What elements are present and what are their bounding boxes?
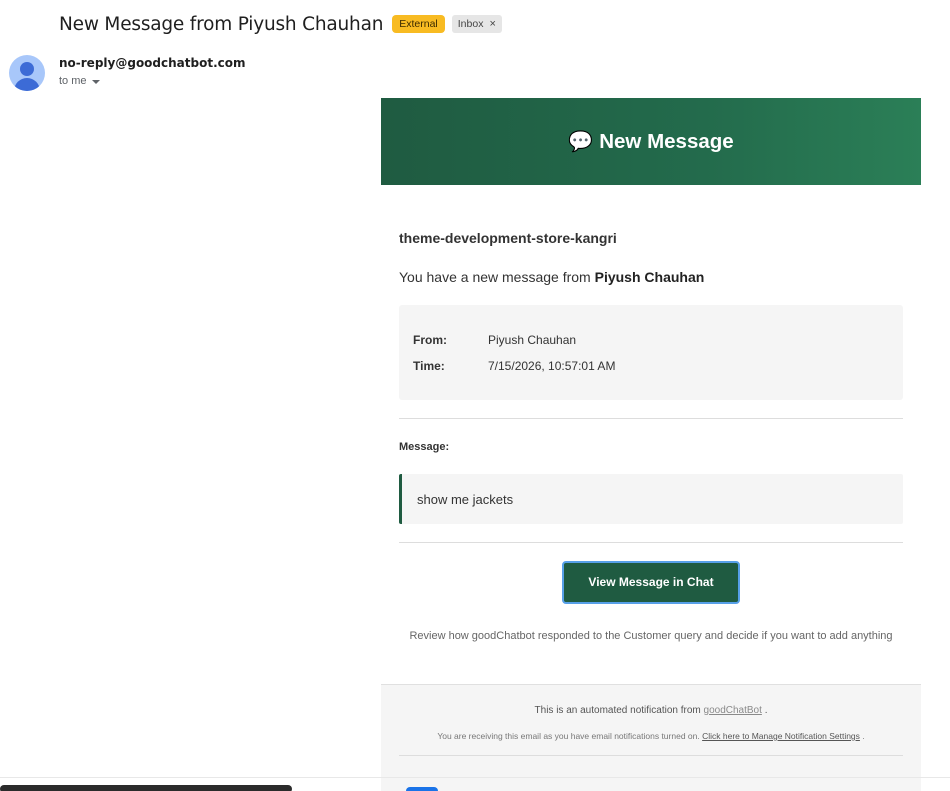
intro-text: You have a new message from Piyush Chauh… <box>399 269 903 285</box>
review-text: Review how goodChatbot responded to the … <box>409 630 893 642</box>
bottom-divider <box>0 777 950 778</box>
footer-divider <box>399 755 903 756</box>
info-box: From: Piyush Chauhan Time: 7/15/2026, 10… <box>399 305 903 400</box>
view-message-button[interactable]: View Message in Chat <box>562 561 740 604</box>
info-label: Time: <box>413 359 445 373</box>
button-wrapper: View Message in Chat <box>399 561 903 604</box>
intro-prefix: You have a new message from <box>399 269 591 285</box>
recipient-details[interactable]: to me <box>59 75 100 87</box>
footer-line-2: You are receiving this email as you have… <box>381 731 921 741</box>
sender-avatar[interactable] <box>9 55 45 91</box>
info-label: From: <box>413 333 447 347</box>
divider <box>399 542 903 543</box>
footer-line-1: This is an automated notification from g… <box>381 705 921 716</box>
footer-line-1-suffix: . <box>764 705 768 716</box>
message-text: show me jackets <box>417 491 514 507</box>
info-row-from: From: Piyush Chauhan <box>413 327 889 353</box>
message-quote: show me jackets <box>399 474 903 524</box>
email-body: 💬 New Message theme-development-store-ka… <box>381 98 921 791</box>
email-content: theme-development-store-kangri You have … <box>381 230 921 645</box>
info-row-time: Time: 7/15/2026, 10:57:01 AM <box>413 353 889 379</box>
avatar-head-shape <box>20 62 34 76</box>
sender-email[interactable]: no-reply@goodchatbot.com <box>59 56 246 70</box>
inbox-label[interactable]: Inbox × <box>451 15 502 33</box>
external-badge: External <box>392 15 445 33</box>
store-name: theme-development-store-kangri <box>399 230 617 246</box>
inbox-label-text: Inbox <box>457 18 484 30</box>
chevron-down-icon[interactable] <box>91 79 100 84</box>
divider <box>399 418 903 419</box>
subject-row: New Message from Piyush Chauhan External… <box>59 10 502 38</box>
email-header-banner: 💬 New Message <box>381 98 921 185</box>
email-subject: New Message from Piyush Chauhan <box>59 13 384 35</box>
avatar-body-shape <box>14 78 40 91</box>
email-footer: This is an automated notification from g… <box>381 684 921 791</box>
goodchatbot-link[interactable]: goodChatBot <box>704 705 762 716</box>
footer-line-1-prefix: This is an automated notification from <box>534 705 701 716</box>
message-label: Message: <box>399 441 450 453</box>
email-header-title: New Message <box>599 129 734 153</box>
info-value: 7/15/2026, 10:57:01 AM <box>488 359 616 373</box>
speech-bubble-icon: 💬 <box>568 131 594 153</box>
footer-line-2-prefix: You are receiving this email as you have… <box>437 731 700 741</box>
action-pill-button[interactable] <box>406 787 438 791</box>
footer-line-2-suffix: . <box>862 731 865 741</box>
info-value: Piyush Chauhan <box>488 333 577 347</box>
reply-bar[interactable] <box>0 785 292 791</box>
manage-notifications-link[interactable]: Click here to Manage Notification Settin… <box>702 731 860 741</box>
recipient-text: to me <box>59 75 87 87</box>
intro-name: Piyush Chauhan <box>594 269 705 285</box>
remove-label-icon[interactable]: × <box>489 17 495 31</box>
